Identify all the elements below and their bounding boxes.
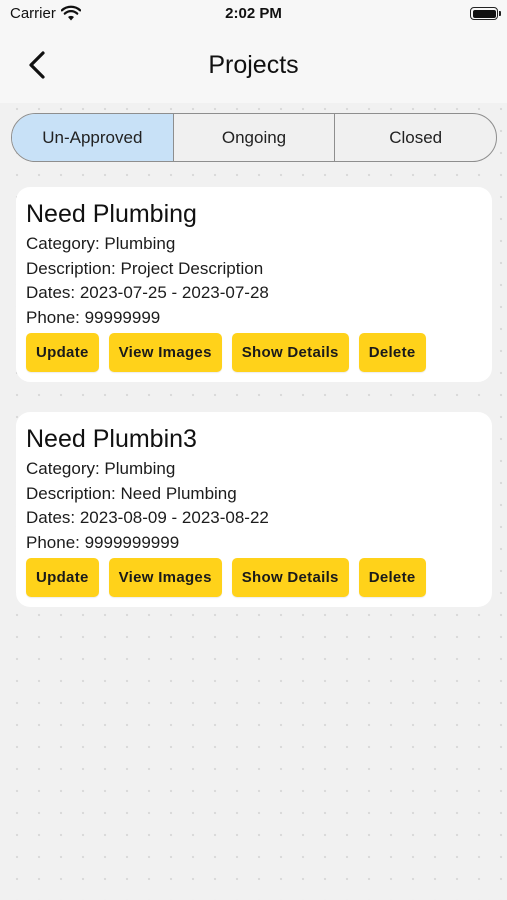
battery-icon (470, 7, 501, 20)
update-button[interactable]: Update (26, 558, 99, 597)
project-dates: Dates: 2023-08-09 - 2023-08-22 (26, 508, 269, 527)
top-bar: Carrier 2:02 PM Projects (0, 0, 507, 103)
project-category: Category: Plumbing (26, 459, 176, 478)
project-actions: Update View Images Show Details Delete (26, 333, 426, 372)
status-bar: Carrier 2:02 PM (0, 0, 507, 30)
tab-ongoing[interactable]: Ongoing (172, 114, 335, 161)
tab-closed[interactable]: Closed (334, 114, 496, 161)
view-images-button[interactable]: View Images (108, 558, 222, 597)
view-images-button[interactable]: View Images (108, 333, 222, 372)
project-description: Description: Project Description (26, 258, 264, 278)
clock: 2:02 PM (225, 5, 282, 22)
project-card: Need Plumbing Category: Plumbing Descrip… (16, 187, 492, 382)
project-actions: Update View Images Show Details Delete (26, 558, 426, 597)
show-details-button[interactable]: Show Details (231, 558, 349, 597)
tab-un-approved[interactable]: Un-Approved (12, 114, 173, 161)
delete-button[interactable]: Delete (358, 333, 426, 372)
page-title: Projects (208, 51, 299, 79)
show-details-button[interactable]: Show Details (231, 333, 349, 372)
update-button[interactable]: Update (26, 333, 99, 372)
project-category: Category: Plumbing (26, 234, 176, 253)
project-phone: Phone: 9999999999 (26, 532, 180, 552)
project-title: Need Plumbin3 (26, 425, 197, 453)
project-card: Need Plumbin3 Category: Plumbing Descrip… (16, 412, 492, 607)
project-title: Need Plumbing (26, 200, 197, 228)
project-dates: Dates: 2023-07-25 - 2023-07-28 (26, 283, 269, 302)
project-description: Description: Need Plumbing (26, 483, 237, 503)
project-phone: Phone: 99999999 (26, 307, 161, 327)
segmented-tabs: Un-Approved Ongoing Closed (11, 113, 497, 162)
delete-button[interactable]: Delete (358, 558, 426, 597)
